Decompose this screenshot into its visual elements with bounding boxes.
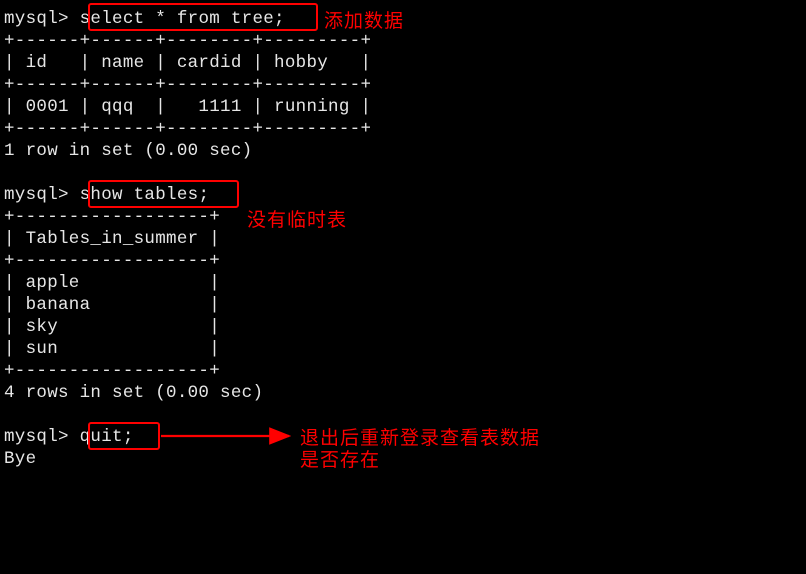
sql-command-show-tables: show tables;	[80, 185, 210, 205]
table-separator: +------+------+--------+---------+	[4, 118, 802, 140]
table-row: | sky |	[4, 316, 802, 338]
prompt: mysql>	[4, 427, 80, 447]
prompt: mysql>	[4, 185, 80, 205]
table-separator: +------+------+--------+---------+	[4, 30, 802, 52]
table-separator: +------------------+	[4, 250, 802, 272]
table-separator: +------+------+--------+---------+	[4, 74, 802, 96]
table-separator: +------------------+	[4, 360, 802, 382]
table-row: | apple |	[4, 272, 802, 294]
bye-message: Bye	[4, 448, 802, 470]
table-header: | Tables_in_summer |	[4, 228, 802, 250]
sql-command-quit: quit;	[80, 427, 134, 447]
table-header: | id | name | cardid | hobby |	[4, 52, 802, 74]
sql-command-select: select * from tree;	[80, 9, 285, 29]
result-summary: 4 rows in set (0.00 sec)	[4, 382, 802, 404]
prompt: mysql>	[4, 9, 80, 29]
blank-line	[4, 162, 802, 184]
terminal-line: mysql> quit;	[4, 426, 802, 448]
table-separator: +------------------+	[4, 206, 802, 228]
table-row: | sun |	[4, 338, 802, 360]
table-row: | 0001 | qqq | 1111 | running |	[4, 96, 802, 118]
terminal-line: mysql> show tables;	[4, 184, 802, 206]
terminal-line: mysql> select * from tree;	[4, 8, 802, 30]
result-summary: 1 row in set (0.00 sec)	[4, 140, 802, 162]
blank-line	[4, 404, 802, 426]
table-row: | banana |	[4, 294, 802, 316]
